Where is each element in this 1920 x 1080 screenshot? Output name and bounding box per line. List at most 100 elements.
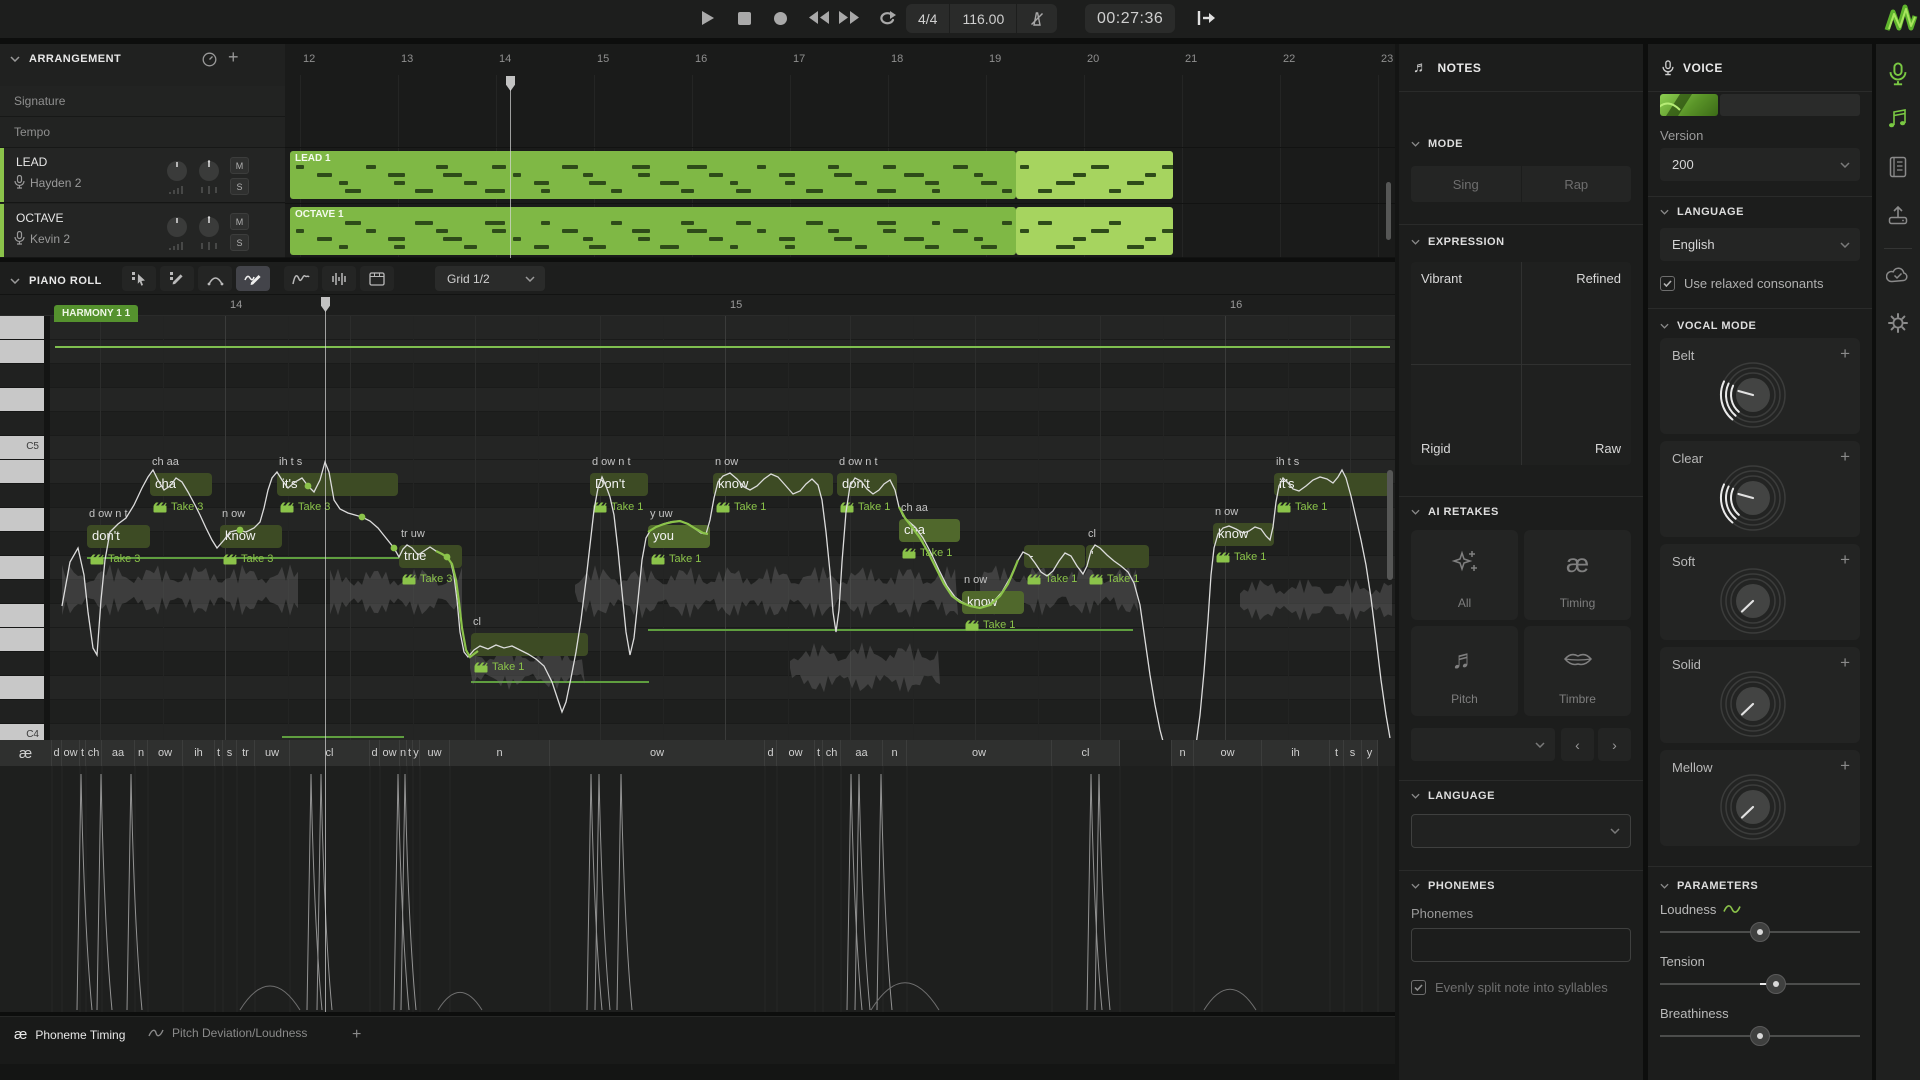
grid-size-dropdown[interactable]: Grid 1/2: [435, 266, 545, 291]
evenly-split-checkbox-row[interactable]: Evenly split note into syllables: [1411, 980, 1608, 995]
phoneme-cell[interactable]: [1120, 740, 1172, 766]
phoneme-cell[interactable]: ow: [62, 740, 80, 766]
phoneme-cell[interactable]: s: [223, 740, 237, 766]
piano-roll-editor[interactable]: don'td ow n t Take 3chach aa Take 3known…: [0, 295, 1395, 740]
phoneme-cell[interactable]: n: [1172, 740, 1194, 766]
version-dropdown[interactable]: 200: [1660, 148, 1860, 181]
phoneme-cell[interactable]: n: [450, 740, 550, 766]
track-lead[interactable]: LEAD Hayden 2 M S: [0, 148, 285, 203]
phoneme-cell[interactable]: aa: [102, 740, 135, 766]
vocal-mode-add-button[interactable]: +: [1840, 653, 1850, 673]
tempo-map-icon[interactable]: [202, 52, 217, 67]
parameter-slider-handle[interactable]: [1766, 974, 1786, 994]
tempo-value[interactable]: 116.00: [950, 4, 1016, 33]
retake-timbre-button[interactable]: Timbre: [1524, 626, 1631, 716]
arrangement-clip[interactable]: [1016, 151, 1173, 199]
retake-all-button[interactable]: All: [1411, 530, 1518, 620]
phoneme-cell[interactable]: t: [1330, 740, 1344, 766]
volume-knob[interactable]: [166, 160, 188, 182]
relaxed-consonants-checkbox-row[interactable]: Use relaxed consonants: [1660, 276, 1823, 291]
record-button[interactable]: [774, 12, 787, 25]
phoneme-cell[interactable]: n: [883, 740, 907, 766]
retake-pitch-button[interactable]: ♬ Pitch: [1411, 626, 1518, 716]
vocal-mode-section-header[interactable]: VOCAL MODE: [1660, 320, 1756, 332]
fast-forward-button[interactable]: [838, 10, 860, 25]
checkbox-checked-icon[interactable]: [1660, 276, 1675, 291]
time-display[interactable]: 00:27:36: [1085, 4, 1175, 33]
rewind-button[interactable]: [808, 10, 830, 25]
parameters-section-header[interactable]: PARAMETERS: [1660, 880, 1758, 892]
select-notes-tool[interactable]: [122, 266, 156, 291]
loop-button[interactable]: [876, 10, 896, 27]
tab-pitch-deviation[interactable]: Pitch Deviation/Loudness: [148, 1026, 307, 1040]
tab-phoneme-timing[interactable]: æ Phoneme Timing: [14, 1026, 125, 1043]
go-to-playhead-icon[interactable]: [1196, 9, 1216, 27]
voice-language-section-header[interactable]: LANGUAGE: [1660, 206, 1744, 218]
retake-prev-button[interactable]: ‹: [1561, 728, 1594, 761]
tempo-row[interactable]: Tempo: [0, 117, 285, 148]
voice-avatar[interactable]: [1660, 94, 1718, 116]
export-icon[interactable]: [1876, 204, 1920, 226]
retake-next-button[interactable]: ›: [1598, 728, 1631, 761]
phoneme-cell[interactable]: aa: [841, 740, 883, 766]
parameter-slider-handle[interactable]: [1750, 1026, 1770, 1046]
phoneme-cell[interactable]: t: [815, 740, 823, 766]
arrangement-timeline[interactable]: 121314151617181920212223 LEAD 1OCTAVE 1: [285, 44, 1395, 258]
mode-section-header[interactable]: MODE: [1411, 138, 1463, 150]
vocal-mode-knob[interactable]: [1718, 669, 1788, 739]
solo-button[interactable]: S: [230, 178, 249, 195]
phoneme-cell[interactable]: ow: [1194, 740, 1262, 766]
phoneme-cell[interactable]: uw: [255, 740, 290, 766]
pitch-anchor-point[interactable]: [391, 545, 398, 552]
signature-row[interactable]: Signature: [0, 86, 285, 117]
vocal-mode-add-button[interactable]: +: [1840, 550, 1850, 570]
cloud-sync-icon[interactable]: [1876, 266, 1920, 284]
mute-button[interactable]: M: [230, 213, 249, 230]
phoneme-cell[interactable]: n: [135, 740, 148, 766]
pitch-pen-tool[interactable]: [236, 266, 270, 291]
pitch-anchor-point[interactable]: [237, 527, 244, 534]
phoneme-cell[interactable]: d: [52, 740, 62, 766]
phoneme-cell[interactable]: ch: [823, 740, 841, 766]
phoneme-cell[interactable]: ow: [777, 740, 815, 766]
settings-gear-icon[interactable]: [1876, 312, 1920, 334]
phoneme-cell[interactable]: ow: [148, 740, 183, 766]
phoneme-cell[interactable]: t: [215, 740, 223, 766]
phoneme-cell[interactable]: d: [370, 740, 380, 766]
mute-button[interactable]: M: [230, 157, 249, 174]
voice-name-field[interactable]: [1720, 94, 1860, 116]
vocal-mode-knob[interactable]: [1718, 772, 1788, 842]
pitch-anchor-point[interactable]: [444, 554, 451, 561]
retake-select-dropdown[interactable]: [1411, 728, 1555, 761]
pitch-wave-view-toggle[interactable]: [284, 266, 318, 291]
ai-retakes-section-header[interactable]: AI RETAKES: [1411, 506, 1499, 518]
voice-language-dropdown[interactable]: English: [1660, 228, 1860, 261]
draw-notes-tool[interactable]: [160, 266, 194, 291]
vocal-mode-knob[interactable]: [1718, 360, 1788, 430]
phoneme-cell[interactable]: ih: [183, 740, 215, 766]
phonemes-section-header[interactable]: PHONEMES: [1411, 880, 1495, 892]
phoneme-cell[interactable]: ow: [380, 740, 400, 766]
note-language-section-header[interactable]: LANGUAGE: [1411, 790, 1495, 802]
arrangement-collapse-icon[interactable]: [10, 56, 20, 62]
play-button[interactable]: [700, 10, 715, 26]
add-track-button[interactable]: +: [228, 47, 239, 68]
solo-button[interactable]: S: [230, 234, 249, 251]
retake-timing-button[interactable]: æ Timing: [1524, 530, 1631, 620]
metronome-off-icon[interactable]: [1017, 4, 1057, 33]
phoneme-cell[interactable]: d: [765, 740, 777, 766]
checkbox-checked-icon[interactable]: [1411, 980, 1426, 995]
voice-library-icon[interactable]: [1876, 62, 1920, 86]
parameter-slider-handle[interactable]: [1750, 922, 1770, 942]
pitch-anchor-point[interactable]: [305, 483, 312, 490]
add-editor-tab-button[interactable]: +: [352, 1026, 361, 1044]
vocal-mode-add-button[interactable]: +: [1840, 756, 1850, 776]
vocal-mode-add-button[interactable]: +: [1840, 344, 1850, 364]
phoneme-cell[interactable]: y: [413, 740, 420, 766]
phoneme-cell[interactable]: ow: [907, 740, 1052, 766]
vocal-mode-knob[interactable]: [1718, 463, 1788, 533]
vocal-mode-knob[interactable]: [1718, 566, 1788, 636]
phoneme-cell[interactable]: ch: [86, 740, 102, 766]
mode-rap-button[interactable]: Rap: [1522, 166, 1632, 202]
waveform-view-toggle[interactable]: [322, 266, 356, 291]
